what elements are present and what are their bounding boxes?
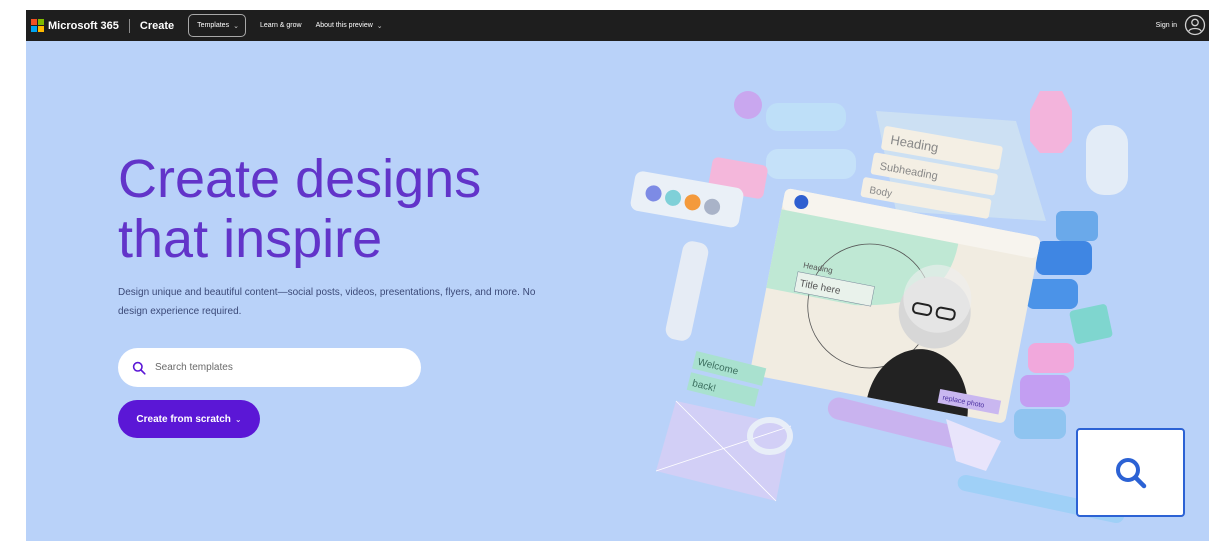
zoom-search-icon xyxy=(1115,457,1146,488)
hero-section: Create designs that inspire Design uniqu… xyxy=(26,41,1209,541)
teal-tile xyxy=(1069,304,1113,344)
chevron-down-icon: ⌄ xyxy=(376,22,383,30)
pink-stack xyxy=(1014,409,1066,439)
nav-templates-dropdown[interactable]: Templates ⌄ xyxy=(188,14,246,37)
sphere-shape xyxy=(734,91,762,119)
nav-learn-grow-link[interactable]: Learn & grow xyxy=(260,22,302,29)
hero-headline: Create designs that inspire xyxy=(118,149,482,269)
blue-block xyxy=(1026,279,1078,309)
create-from-scratch-button[interactable]: Create from scratch ⌄ xyxy=(118,400,260,438)
chevron-down-icon: ⌄ xyxy=(233,22,239,30)
nav-about-label: About this preview xyxy=(315,22,373,29)
nav-about-preview-dropdown[interactable]: About this preview ⌄ xyxy=(316,22,383,30)
frosted-cup xyxy=(1086,125,1128,195)
search-icon xyxy=(132,361,146,375)
create-button-label: Create from scratch xyxy=(136,413,231,425)
blue-block xyxy=(1036,241,1092,275)
nav-templates-label: Templates xyxy=(197,22,230,29)
microsoft-logo-icon xyxy=(31,19,44,32)
search-templates-input[interactable] xyxy=(153,361,397,374)
template-search-box[interactable] xyxy=(118,348,421,387)
pink-hexagon xyxy=(1030,91,1072,153)
header-divider xyxy=(128,18,130,33)
top-navigation-bar: Microsoft 365 Create Templates ⌄ Learn &… xyxy=(26,10,1209,41)
sign-in-link[interactable]: Sign in xyxy=(1156,22,1177,29)
glass-pillar xyxy=(766,103,846,131)
nav-learn-label: Learn & grow xyxy=(259,22,302,29)
blue-block xyxy=(1056,211,1098,241)
microsoft-logo[interactable]: Microsoft 365 xyxy=(31,19,119,32)
visual-search-button[interactable] xyxy=(1076,428,1185,517)
hero-subtext: Design unique and beautiful content—soci… xyxy=(118,287,536,317)
pink-stack xyxy=(1020,375,1070,407)
folded-paper xyxy=(946,419,1001,471)
chevron-down-icon: ⌄ xyxy=(234,414,242,424)
app-name-link[interactable]: Create xyxy=(140,20,174,32)
vertical-toolbar xyxy=(665,241,709,341)
brand-name: Microsoft 365 xyxy=(48,19,119,32)
pink-stack xyxy=(1028,343,1074,373)
user-icon[interactable] xyxy=(1184,14,1206,36)
glass-pillar xyxy=(766,149,856,179)
